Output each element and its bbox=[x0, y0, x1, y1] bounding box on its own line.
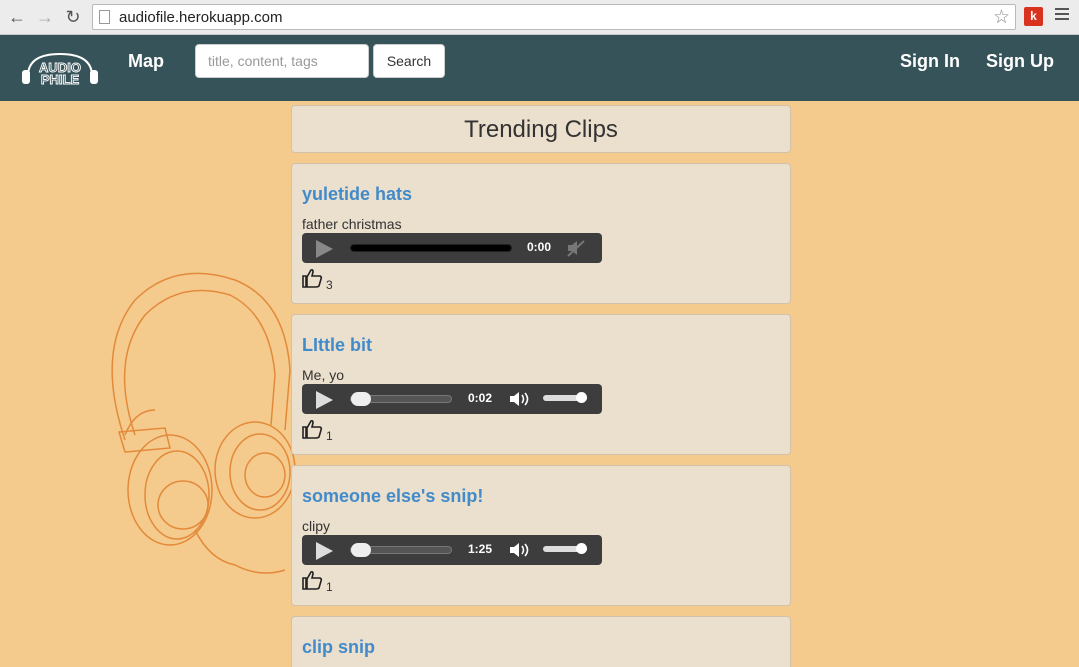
progress-track[interactable] bbox=[350, 543, 452, 557]
volume-icon[interactable] bbox=[508, 390, 532, 408]
play-icon[interactable] bbox=[316, 240, 333, 258]
audiophile-logo[interactable]: AUDIO PHILE bbox=[20, 50, 100, 88]
browser-menu-icon[interactable] bbox=[1055, 8, 1069, 23]
time-display: 0:02 bbox=[468, 391, 493, 405]
logo-text-bottom: PHILE bbox=[41, 72, 80, 87]
clip-title-link[interactable]: yuletide hats bbox=[302, 184, 412, 205]
time-display: 0:00 bbox=[527, 240, 552, 254]
time-display: 1:25 bbox=[468, 542, 493, 556]
url-text[interactable]: audiofile.herokuapp.com bbox=[119, 9, 282, 26]
browser-toolbar: ← → ↻ audiofile.herokuapp.com ☆ k bbox=[0, 0, 1079, 35]
progress-thumb[interactable] bbox=[351, 543, 371, 557]
volume-icon[interactable] bbox=[508, 541, 532, 559]
audio-player: 0:00 bbox=[302, 233, 602, 263]
address-bar[interactable]: audiofile.herokuapp.com ☆ bbox=[92, 4, 1016, 30]
nav-link-map[interactable]: Map bbox=[128, 51, 164, 72]
progress-track[interactable] bbox=[350, 244, 512, 252]
clip-card: someone else's snip! clipy 1:25 1 bbox=[291, 465, 791, 606]
clip-card: LIttle bit Me, yo 0:02 1 bbox=[291, 314, 791, 455]
like-count: 1 bbox=[326, 429, 333, 443]
volume-knob[interactable] bbox=[576, 392, 587, 403]
reload-icon[interactable]: ↻ bbox=[62, 6, 84, 28]
bookmark-star-icon[interactable]: ☆ bbox=[993, 6, 1010, 29]
navbar: AUDIO PHILE Map Search Sign In Sign Up bbox=[0, 35, 1079, 101]
like-count: 1 bbox=[326, 580, 333, 594]
forward-arrow-icon[interactable]: → bbox=[34, 6, 56, 28]
like-count: 3 bbox=[326, 278, 333, 292]
muted-speaker-icon[interactable] bbox=[566, 239, 586, 257]
thumbs-up-icon[interactable] bbox=[302, 570, 324, 590]
back-arrow-icon[interactable]: ← bbox=[6, 6, 28, 28]
search-input[interactable] bbox=[195, 44, 369, 78]
clip-card: yuletide hats father christmas 0:00 3 bbox=[291, 163, 791, 304]
volume-knob[interactable] bbox=[576, 543, 587, 554]
play-icon[interactable] bbox=[316, 542, 333, 560]
thumbs-up-icon[interactable] bbox=[302, 268, 324, 288]
page-title-panel: Trending Clips bbox=[291, 105, 791, 153]
audio-player: 1:25 bbox=[302, 535, 602, 565]
thumbs-up-icon[interactable] bbox=[302, 419, 324, 439]
clip-description: Me, yo bbox=[302, 367, 345, 383]
page-title: Trending Clips bbox=[464, 116, 618, 143]
play-icon[interactable] bbox=[316, 391, 333, 409]
page-icon bbox=[99, 10, 110, 24]
clip-card: clip snip bbox=[291, 616, 791, 667]
sign-up-link[interactable]: Sign Up bbox=[986, 51, 1054, 72]
clip-title-link[interactable]: clip snip bbox=[302, 637, 375, 658]
progress-thumb[interactable] bbox=[351, 392, 371, 406]
clip-title-link[interactable]: someone else's snip! bbox=[302, 486, 483, 507]
clip-description: father christmas bbox=[302, 216, 402, 232]
extension-icon[interactable]: k bbox=[1024, 7, 1043, 26]
audio-player: 0:02 bbox=[302, 384, 602, 414]
progress-track[interactable] bbox=[350, 392, 452, 406]
clip-title-link[interactable]: LIttle bit bbox=[302, 335, 372, 356]
sign-in-link[interactable]: Sign In bbox=[900, 51, 960, 72]
clip-description: clipy bbox=[302, 518, 331, 534]
search-button[interactable]: Search bbox=[373, 44, 445, 78]
